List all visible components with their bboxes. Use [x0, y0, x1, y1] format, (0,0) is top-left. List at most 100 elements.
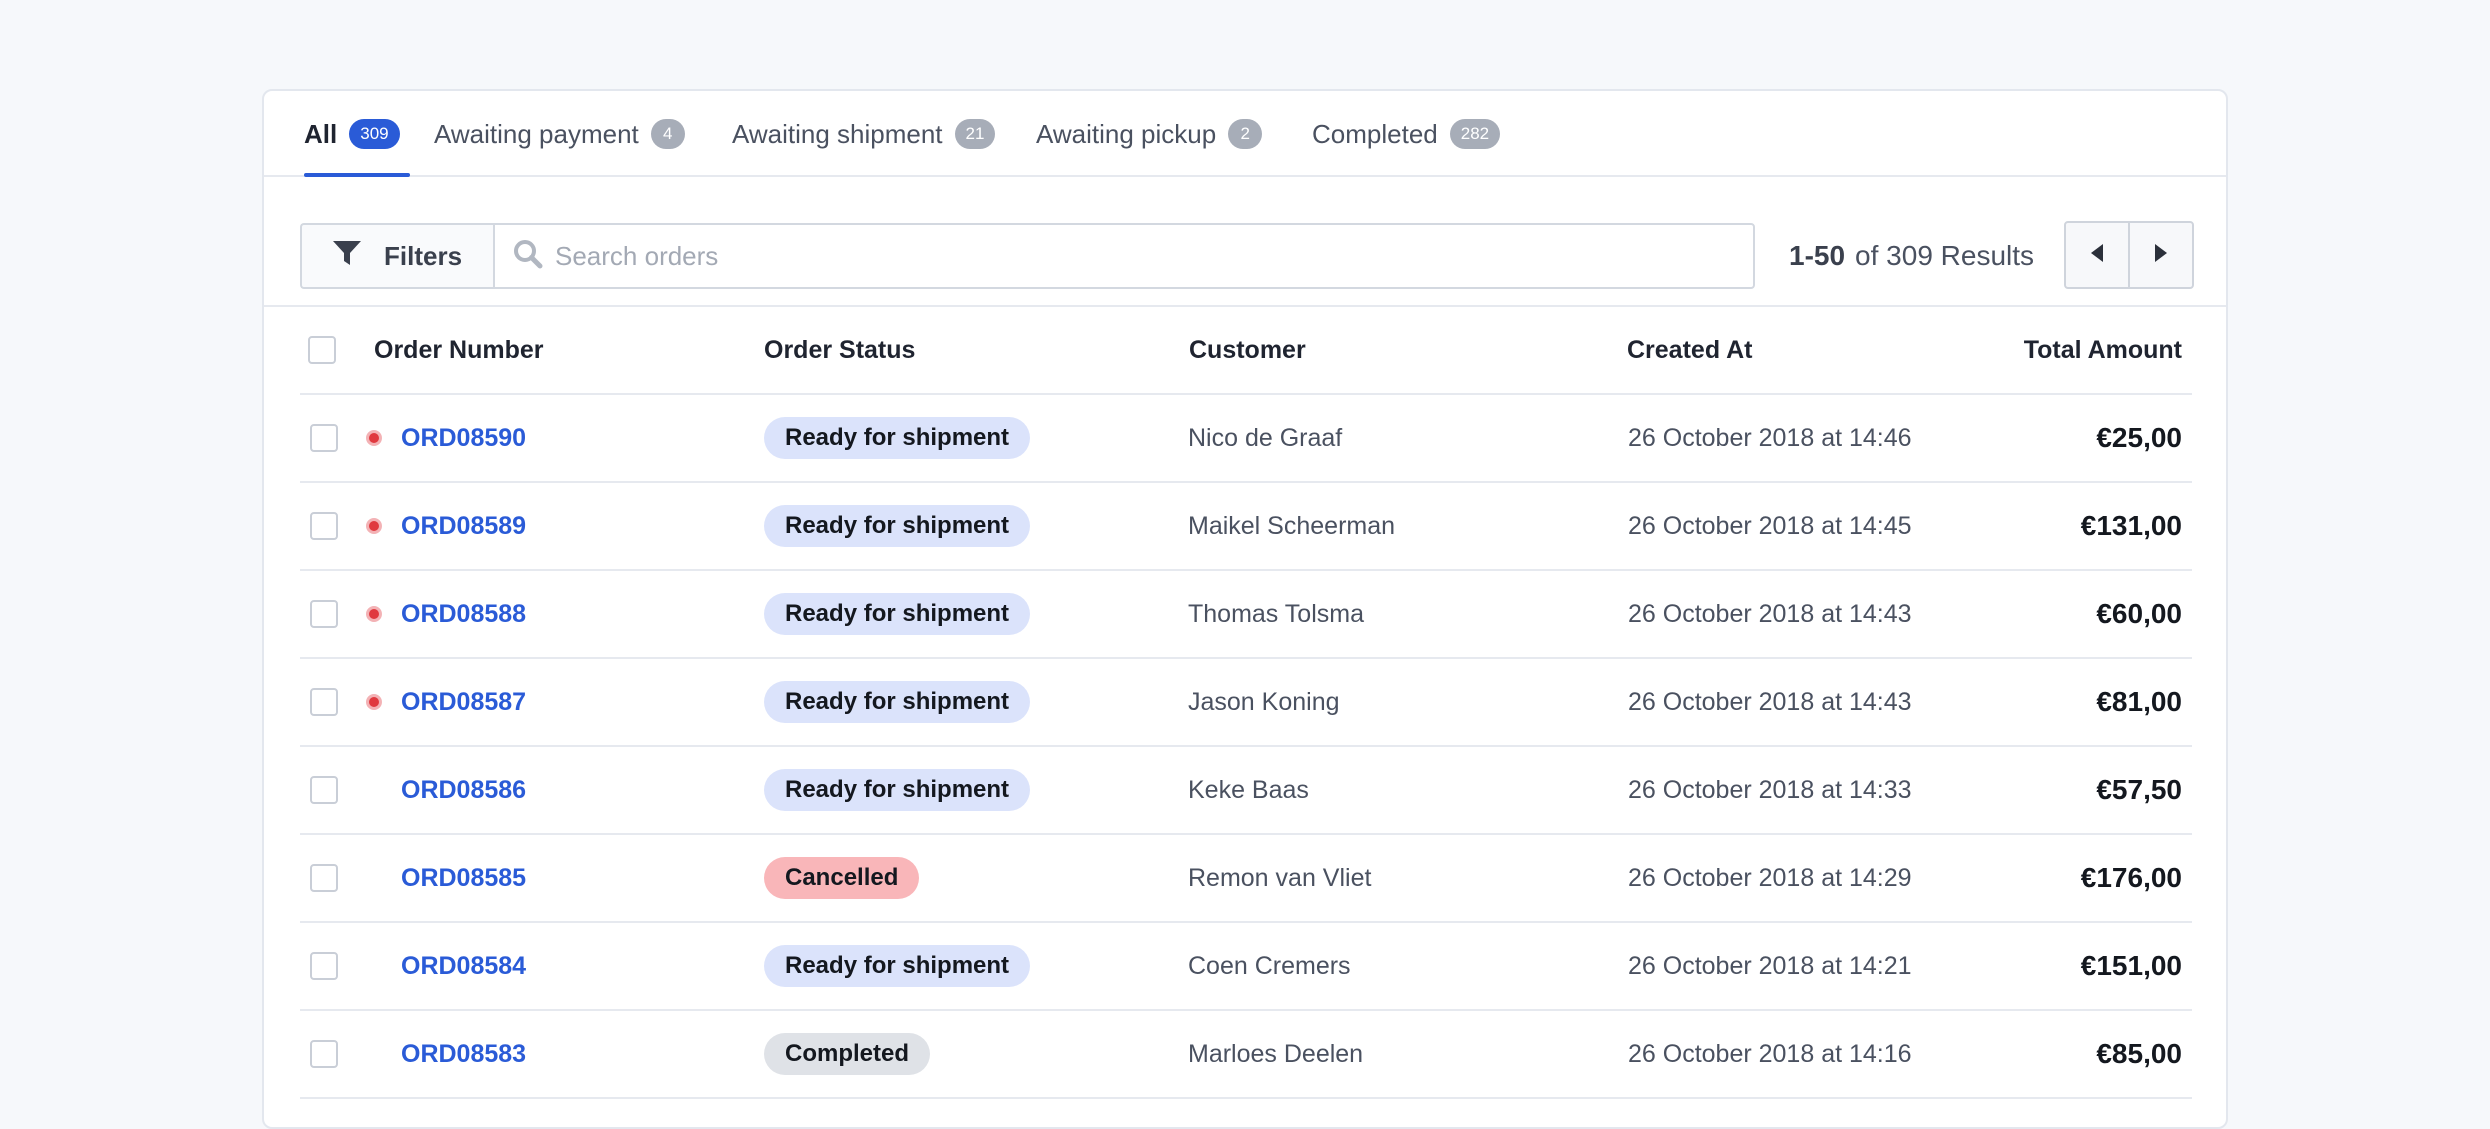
select-all-checkbox[interactable] — [308, 336, 336, 364]
status-badge: Ready for shipment — [764, 505, 1031, 547]
order-number-link[interactable]: ORD08583 — [401, 1040, 526, 1069]
total-amount: €85,00 — [2096, 1038, 2182, 1069]
flag-cell — [366, 395, 382, 481]
total-amount: €81,00 — [2096, 686, 2182, 717]
table-row[interactable]: ORD08584 Ready for shipment Coen Cremers… — [300, 923, 2192, 1011]
order-status-cell: Ready for shipment — [764, 483, 1031, 569]
order-status-cell: Ready for shipment — [764, 659, 1031, 745]
row-select-cell — [310, 571, 338, 657]
table-row[interactable]: ORD08585 Cancelled Remon van Vliet 26 Oc… — [300, 835, 2192, 923]
order-number-cell: ORD08588 — [401, 571, 526, 657]
table-row[interactable]: ORD08588 Ready for shipment Thomas Tolsm… — [300, 571, 2192, 659]
created-at: 26 October 2018 at 14:16 — [1628, 1039, 1912, 1068]
customer-name: Coen Cremers — [1188, 951, 1351, 980]
order-number-cell: ORD08587 — [401, 659, 526, 745]
search-icon — [513, 239, 543, 274]
created-at: 26 October 2018 at 14:21 — [1628, 951, 1912, 980]
total-amount: €131,00 — [2080, 510, 2182, 541]
search-input[interactable] — [555, 228, 1753, 284]
order-number-cell: ORD08589 — [401, 483, 526, 569]
customer-name: Remon van Vliet — [1188, 863, 1372, 892]
order-number-link[interactable]: ORD08587 — [401, 688, 526, 717]
row-checkbox[interactable] — [310, 952, 338, 980]
total-amount: €60,00 — [2096, 598, 2182, 629]
red-dot-icon — [366, 430, 382, 446]
tab-label: Completed — [1312, 118, 1438, 149]
tab-label: Awaiting shipment — [732, 118, 943, 149]
customer-name: Keke Baas — [1188, 775, 1309, 804]
order-number-link[interactable]: ORD08586 — [401, 776, 526, 805]
customer-name: Nico de Graaf — [1188, 423, 1343, 452]
tab-label: All — [304, 118, 338, 149]
status-badge: Cancelled — [764, 857, 920, 899]
red-dot-icon — [366, 518, 382, 534]
order-number-cell: ORD08584 — [401, 923, 526, 1009]
tab-completed[interactable]: Completed 282 — [1312, 91, 1501, 177]
order-status-cell: Ready for shipment — [764, 395, 1031, 481]
row-checkbox[interactable] — [310, 864, 338, 892]
order-number-cell: ORD08586 — [401, 747, 526, 833]
row-checkbox[interactable] — [310, 1040, 338, 1068]
order-status-cell: Ready for shipment — [764, 923, 1031, 1009]
order-status-cell: Cancelled — [764, 835, 920, 921]
tab-count-badge: 309 — [349, 119, 400, 149]
row-checkbox[interactable] — [310, 600, 338, 628]
order-number-cell: ORD08585 — [401, 835, 526, 921]
tab-count-badge: 4 — [650, 119, 685, 149]
order-tabs: All 309 Awaiting payment 4 Awaiting ship… — [264, 91, 2226, 177]
table-row[interactable]: ORD08587 Ready for shipment Jason Koning… — [300, 659, 2192, 747]
header-order-status[interactable]: Order Status — [764, 307, 915, 393]
total-amount: €25,00 — [2096, 422, 2182, 453]
order-number-link[interactable]: ORD08588 — [401, 600, 526, 629]
total-amount: €176,00 — [2080, 862, 2182, 893]
filters-button[interactable]: Filters — [300, 223, 493, 289]
orders-table: Order Number Order Status Customer Creat… — [300, 307, 2192, 1099]
status-badge: Ready for shipment — [764, 769, 1031, 811]
order-number-link[interactable]: ORD08585 — [401, 864, 526, 893]
header-customer[interactable]: Customer — [1189, 307, 1306, 393]
select-all-cell — [308, 307, 336, 393]
created-at: 26 October 2018 at 14:33 — [1628, 775, 1912, 804]
order-status-cell: Ready for shipment — [764, 571, 1031, 657]
pagination — [2064, 221, 2194, 289]
row-checkbox[interactable] — [310, 424, 338, 452]
funnel-icon — [332, 240, 362, 273]
customer-name: Thomas Tolsma — [1188, 599, 1364, 628]
previous-page-button[interactable] — [2066, 223, 2128, 287]
tab-count-badge: 2 — [1228, 119, 1263, 149]
tab-awaiting-pickup[interactable]: Awaiting pickup 2 — [1036, 91, 1263, 177]
header-total-amount[interactable]: Total Amount — [2024, 307, 2182, 393]
header-order-number[interactable]: Order Number — [374, 307, 543, 393]
header-created-at[interactable]: Created At — [1627, 307, 1753, 393]
row-select-cell — [310, 747, 338, 833]
next-page-button[interactable] — [2128, 223, 2192, 287]
total-amount: €151,00 — [2080, 950, 2182, 981]
search-field[interactable] — [493, 223, 1755, 289]
tab-awaiting-shipment[interactable]: Awaiting shipment 21 — [732, 91, 996, 177]
row-select-cell — [310, 835, 338, 921]
row-checkbox[interactable] — [310, 776, 338, 804]
table-body: ORD08590 Ready for shipment Nico de Graa… — [300, 395, 2192, 1099]
order-number-link[interactable]: ORD08590 — [401, 424, 526, 453]
table-row[interactable]: ORD08586 Ready for shipment Keke Baas 26… — [300, 747, 2192, 835]
order-number-link[interactable]: ORD08584 — [401, 952, 526, 981]
table-row[interactable]: ORD08589 Ready for shipment Maikel Schee… — [300, 483, 2192, 571]
table-row[interactable]: ORD08590 Ready for shipment Nico de Graa… — [300, 395, 2192, 483]
results-total: of 309 Results — [1855, 240, 2035, 271]
order-status-cell: Completed — [764, 1011, 931, 1097]
order-number-cell: ORD08590 — [401, 395, 526, 481]
row-checkbox[interactable] — [310, 688, 338, 716]
flag-cell — [366, 483, 382, 569]
order-number-link[interactable]: ORD08589 — [401, 512, 526, 541]
tab-awaiting-payment[interactable]: Awaiting payment 4 — [434, 91, 685, 177]
created-at: 26 October 2018 at 14:29 — [1628, 863, 1912, 892]
triangle-right-icon — [2153, 243, 2169, 268]
row-checkbox[interactable] — [310, 512, 338, 540]
tab-all[interactable]: All 309 — [304, 91, 400, 177]
table-header: Order Number Order Status Customer Creat… — [300, 307, 2192, 395]
row-select-cell — [310, 395, 338, 481]
results-range: 1-50 — [1789, 240, 1846, 271]
tab-label: Awaiting payment — [434, 118, 639, 149]
tab-label: Awaiting pickup — [1036, 118, 1217, 149]
table-row[interactable]: ORD08583 Completed Marloes Deelen 26 Oct… — [300, 1011, 2192, 1099]
